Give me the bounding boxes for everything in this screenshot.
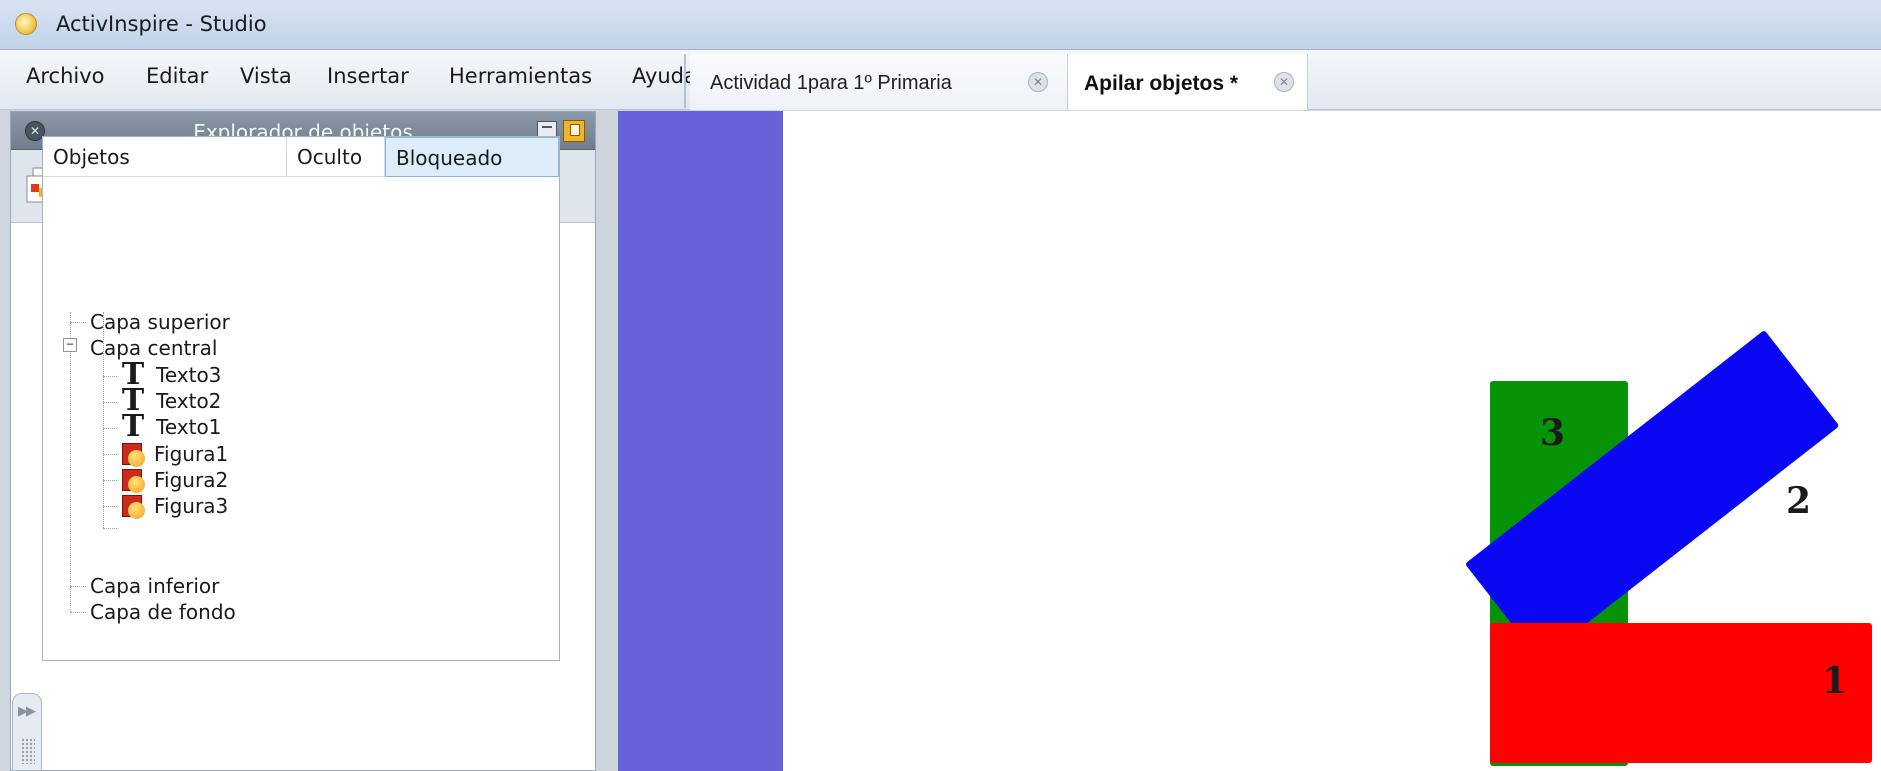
tab-actividad-1para-1-primaria[interactable]: Actividad 1para 1º Primaria ✕ — [690, 54, 1068, 110]
collapse-toggle[interactable]: − — [63, 338, 77, 352]
tree-item-texto1[interactable]: T Texto1 — [120, 409, 222, 444]
tree-connector — [70, 322, 86, 323]
tree-item-label: Texto3 — [156, 363, 222, 387]
menu-insertar[interactable]: Insertar — [327, 64, 409, 88]
text-3[interactable]: 3 — [1540, 412, 1565, 454]
tree-connector — [70, 312, 71, 612]
tree-connector — [103, 480, 117, 481]
tree-item-label: Figura1 — [154, 442, 229, 466]
tree-item-figura1[interactable]: Figura1 — [122, 441, 228, 467]
tree-item-label: Figura3 — [154, 494, 229, 518]
menu-separator — [684, 54, 686, 108]
tree-item-capa-superior[interactable]: Capa superior — [90, 309, 230, 335]
tab-label: Actividad 1para 1º Primaria — [710, 72, 952, 94]
tree-item-label: Texto1 — [156, 415, 222, 439]
tree-item-capa-central[interactable]: Capa central — [90, 335, 217, 361]
column-header-objetos[interactable]: Objetos — [43, 137, 287, 177]
tree-item-figura2[interactable]: Figura2 — [122, 467, 228, 493]
tree-connector — [103, 506, 117, 507]
tree-connector — [70, 612, 86, 613]
tree-item-label: Figura2 — [154, 468, 229, 492]
panel-splitter[interactable] — [596, 111, 618, 771]
tree-item-capa-inferior[interactable]: Capa inferior — [90, 573, 219, 599]
page-side-strip — [618, 111, 783, 771]
menu-editar[interactable]: Editar — [146, 64, 208, 88]
tree-connector — [70, 586, 86, 587]
text-1[interactable]: 1 — [1822, 660, 1847, 702]
title-bar: ActivInspire - Studio — [0, 0, 1881, 50]
window-title: ActivInspire - Studio — [56, 12, 267, 36]
activinspire-logo-icon — [15, 13, 37, 35]
tree-item-figura3[interactable]: Figura3 — [122, 493, 228, 519]
text-object-icon: T — [121, 409, 145, 444]
shape-object-icon — [122, 469, 145, 493]
grip-icon — [21, 738, 35, 764]
close-icon[interactable]: ✕ — [1028, 72, 1048, 92]
text-2[interactable]: 2 — [1786, 480, 1811, 522]
tab-label: Apilar objetos * — [1084, 72, 1239, 95]
tree-connector — [103, 402, 117, 403]
tree-item-label: Capa de fondo — [90, 600, 236, 624]
pin-icon[interactable] — [563, 120, 585, 142]
shape-object-icon — [122, 443, 145, 467]
tree-item-label: Capa central — [90, 336, 218, 360]
column-header-bloqueado[interactable]: Bloqueado — [385, 137, 559, 177]
close-icon[interactable]: ✕ — [1274, 72, 1294, 92]
shape-1[interactable] — [1490, 623, 1872, 763]
menu-ayuda[interactable]: Ayuda — [632, 64, 697, 88]
tree-item-label: Capa inferior — [90, 574, 220, 598]
tree-connector — [103, 376, 117, 377]
tree-item-label: Texto2 — [156, 389, 222, 413]
tree-item-capa-de-fondo[interactable]: Capa de fondo — [90, 599, 236, 625]
tree-connector — [103, 454, 117, 455]
tree-item-label: Capa superior — [90, 310, 230, 334]
menu-vista[interactable]: Vista — [240, 64, 292, 88]
menu-herramientas[interactable]: Herramientas — [449, 64, 592, 88]
tree-connector — [103, 428, 117, 429]
tree-connector — [103, 528, 117, 529]
column-header-oculto[interactable]: Oculto — [287, 137, 385, 177]
expand-arrows-icon: ▶▶ — [18, 704, 36, 719]
shape-object-icon — [122, 495, 145, 519]
dock-handle[interactable]: ▶▶ — [12, 693, 42, 771]
tab-apilar-objetos[interactable]: Apilar objetos * ✕ — [1068, 54, 1308, 110]
menu-bar: Archivo Editar Vista Insertar Herramient… — [0, 50, 1881, 110]
menu-archivo[interactable]: Archivo — [26, 64, 105, 88]
